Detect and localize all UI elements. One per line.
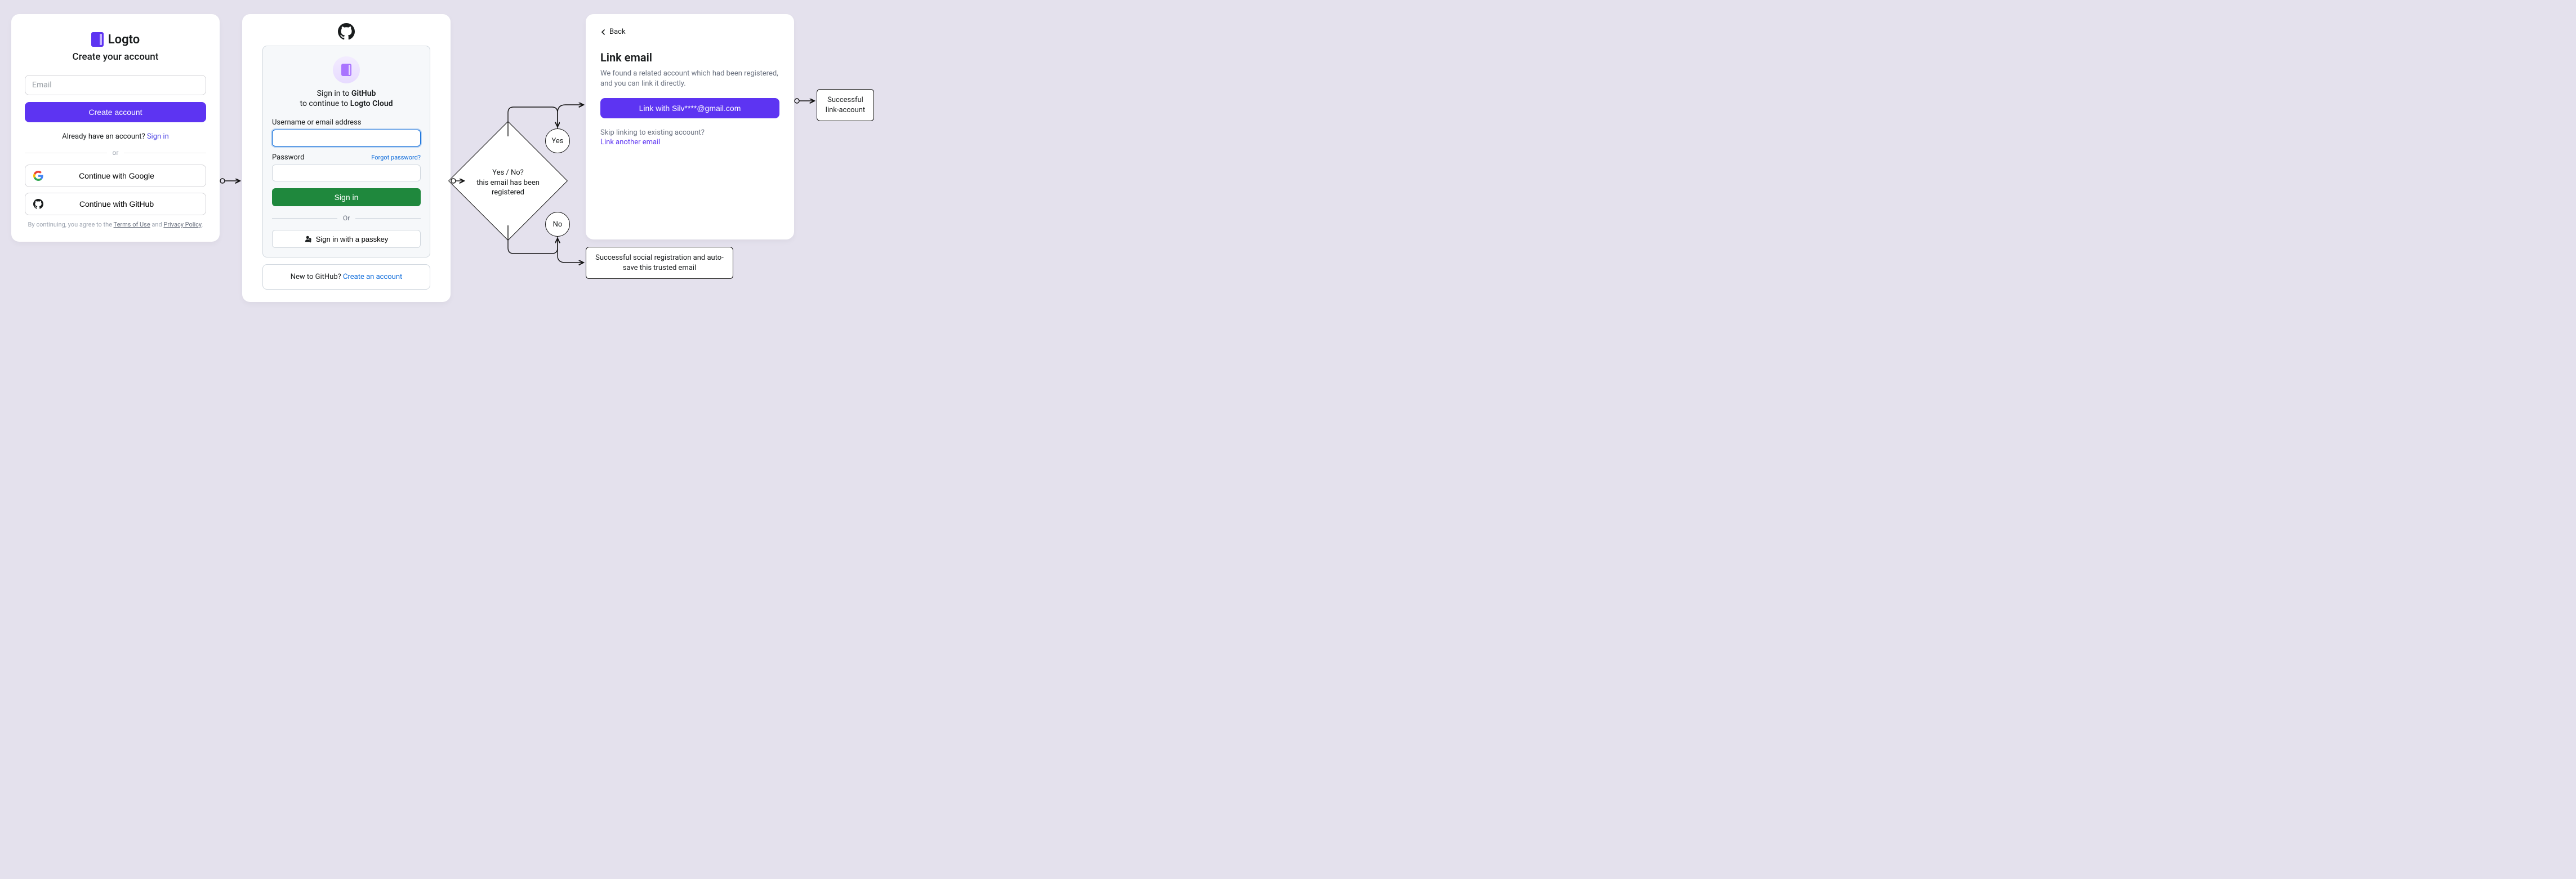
create-account-button[interactable]: Create account bbox=[25, 102, 206, 122]
sign-in-link[interactable]: Sign in bbox=[147, 132, 169, 141]
link-email-card: Back Link email We found a related accou… bbox=[586, 14, 794, 239]
logto-logo: Logto bbox=[25, 32, 206, 47]
github-signin-button[interactable]: Sign in bbox=[272, 188, 421, 206]
logto-mark-icon bbox=[91, 32, 104, 47]
create-github-account-link[interactable]: Create an account bbox=[343, 273, 402, 281]
terms-of-use-link[interactable]: Terms of Use bbox=[114, 221, 150, 228]
passkey-button[interactable]: Sign in with a passkey bbox=[272, 230, 421, 248]
divider-or: Or bbox=[272, 214, 421, 222]
github-continue-to: to continue to Logto Cloud bbox=[272, 99, 421, 108]
google-icon bbox=[33, 171, 43, 181]
password-label-row: Password Forgot password? bbox=[272, 153, 421, 162]
result-link-account: Successful link-account bbox=[817, 89, 874, 121]
github-button-label: Continue with GitHub bbox=[49, 199, 184, 208]
logto-wordmark: Logto bbox=[108, 33, 140, 47]
no-node: No bbox=[545, 212, 570, 237]
github-oauth-card: Sign in to GitHub to continue to Logto C… bbox=[242, 14, 451, 302]
yes-node: Yes bbox=[545, 128, 570, 153]
password-input[interactable] bbox=[272, 165, 421, 181]
divider-or: or bbox=[25, 149, 206, 157]
google-button-label: Continue with Google bbox=[49, 171, 184, 180]
logto-signup-card: Logto Create your account Email Create a… bbox=[11, 14, 220, 242]
email-placeholder: Email bbox=[32, 81, 52, 90]
already-have-account: Already have an account? Sign in bbox=[25, 132, 206, 141]
username-label: Username or email address bbox=[272, 118, 421, 127]
link-email-title: Link email bbox=[600, 51, 779, 64]
continue-with-github-button[interactable]: Continue with GitHub bbox=[25, 193, 206, 215]
link-with-email-button[interactable]: Link with Silv****@gmail.com bbox=[600, 98, 779, 118]
forgot-password-link[interactable]: Forgot password? bbox=[371, 154, 421, 161]
github-signin-box: Sign in to GitHub to continue to Logto C… bbox=[262, 46, 430, 258]
create-account-heading: Create your account bbox=[25, 51, 206, 63]
result-social-registration: Successful social registration and auto-… bbox=[586, 247, 733, 279]
logto-app-icon bbox=[333, 56, 360, 83]
back-button[interactable]: Back bbox=[600, 28, 779, 36]
github-new-account: New to GitHub? Create an account bbox=[262, 264, 430, 290]
github-icon bbox=[33, 199, 43, 209]
github-logo-icon bbox=[338, 23, 355, 40]
password-label: Password bbox=[272, 153, 304, 162]
email-field[interactable]: Email bbox=[25, 75, 206, 95]
decision-text: Yes / No? this email has been registered bbox=[466, 168, 550, 198]
skip-linking-question: Skip linking to existing account? bbox=[600, 128, 779, 137]
privacy-policy-link[interactable]: Privacy Policy bbox=[163, 221, 201, 228]
chevron-left-icon bbox=[600, 29, 606, 35]
passkey-icon bbox=[305, 235, 313, 243]
continue-with-google-button[interactable]: Continue with Google bbox=[25, 165, 206, 187]
link-email-description: We found a related account which had bee… bbox=[600, 69, 779, 89]
link-another-email-link[interactable]: Link another email bbox=[600, 138, 779, 146]
terms-text: By continuing, you agree to the Terms of… bbox=[25, 221, 206, 228]
github-signin-title: Sign in to GitHub bbox=[272, 89, 421, 98]
username-input[interactable] bbox=[272, 130, 421, 146]
